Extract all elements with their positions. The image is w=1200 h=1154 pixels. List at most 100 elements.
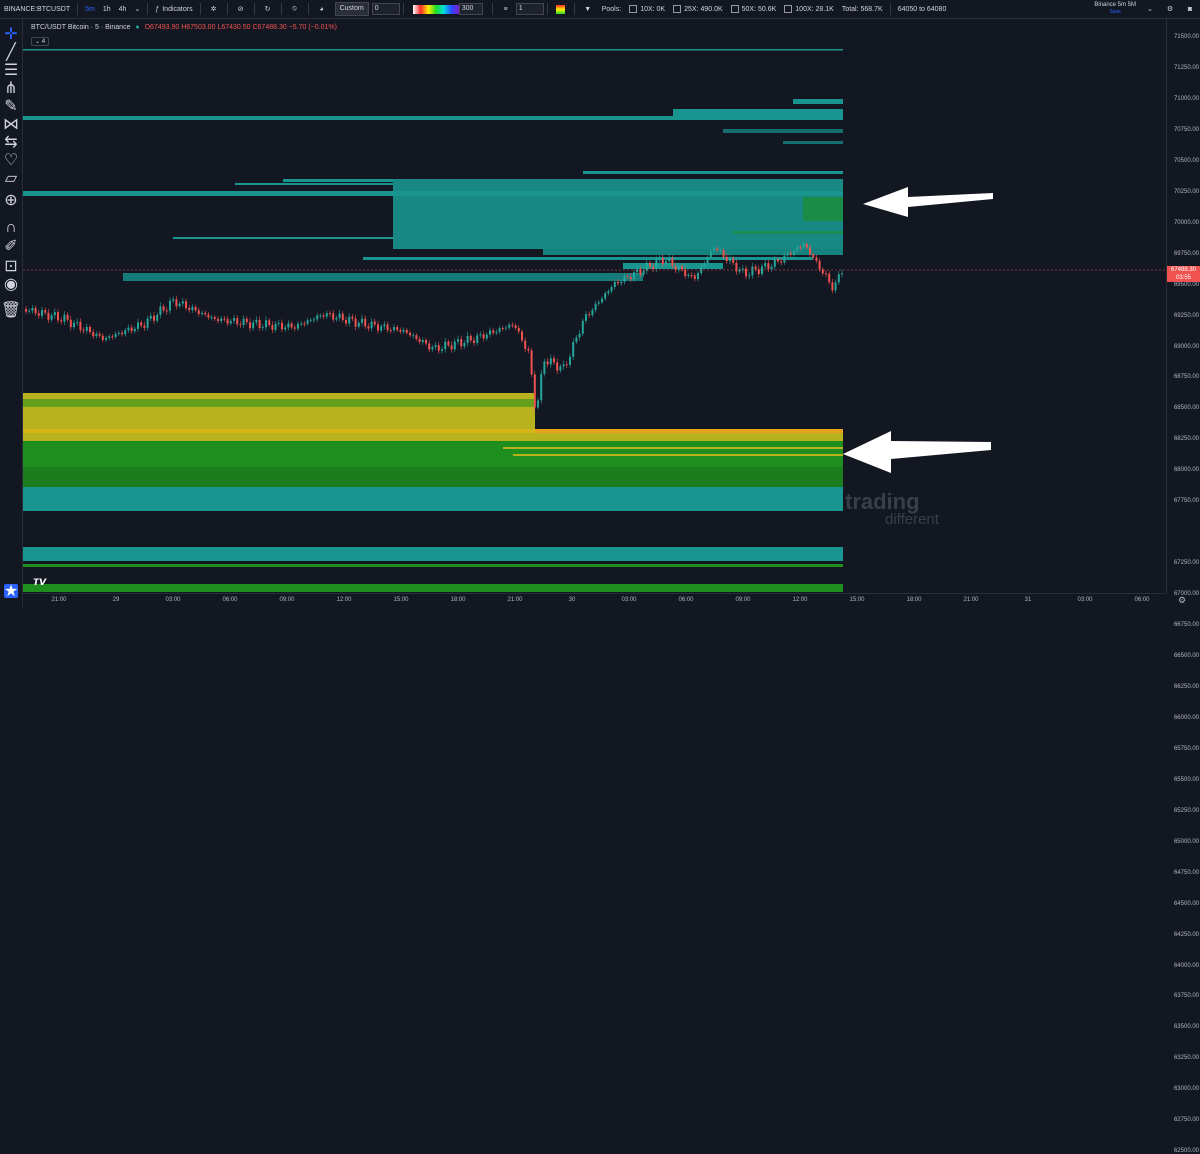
candle-body <box>380 326 383 331</box>
zoom-in-icon[interactable]: ⊕ <box>4 192 18 209</box>
heatmap-band <box>23 564 843 567</box>
interval-4h[interactable]: 4h <box>115 0 131 18</box>
forecast-icon[interactable]: ⇆ <box>4 134 18 151</box>
time-axis[interactable]: 21:00 29 03:00 06:00 09:00 12:00 15:00 18:00 21:… <box>23 593 1166 608</box>
candle-body <box>489 330 491 335</box>
candle-body <box>303 323 306 325</box>
total-label: Total: 568.7K <box>841 5 883 13</box>
heatmap-band <box>23 393 535 429</box>
crosshair-icon[interactable]: ✛ <box>4 26 18 43</box>
step-input[interactable]: 1 <box>515 3 544 15</box>
horizontal-lines-icon[interactable]: ☰ <box>4 62 18 79</box>
candle-body <box>121 332 123 335</box>
candle-body <box>777 259 779 262</box>
legend-change: −5.70 (−0.01%) <box>288 24 337 31</box>
heart-icon[interactable]: ♡ <box>4 152 18 169</box>
interval-dropdown-icon[interactable]: ⌄ <box>130 0 144 18</box>
palette-icon[interactable]: ◕ <box>315 2 329 16</box>
pool-25x-toggle[interactable]: 25X: 490.0K <box>669 0 727 18</box>
symbol-search[interactable]: BINANCE:BTCUSDT <box>0 6 74 13</box>
pool-100x-toggle[interactable]: 100X: 28.1K <box>780 0 838 18</box>
refresh-icon[interactable]: ↻ <box>261 2 275 16</box>
pool-50x-toggle[interactable]: 50X: 50.6K <box>727 0 781 18</box>
price-tick-label: 66750.00 <box>1173 622 1199 629</box>
favorites-star-icon[interactable]: ★ <box>4 583 18 600</box>
candle-body <box>31 307 34 311</box>
candle-body <box>626 276 629 278</box>
brush-icon[interactable]: ✎ <box>4 98 18 115</box>
custom-select[interactable]: Custom <box>334 2 369 16</box>
candle-body <box>841 273 843 275</box>
trash-icon[interactable]: 🗑 <box>1 302 21 319</box>
trend-line-icon[interactable]: ╱ <box>4 44 18 61</box>
layout-title: Binance 5m 5M <box>1094 2 1136 8</box>
indicators-button[interactable]: ƒ Indicators <box>151 0 196 18</box>
interval-1h[interactable]: 1h <box>99 0 115 18</box>
candle-body <box>575 337 578 343</box>
candle-body <box>249 322 251 329</box>
candle-body <box>367 326 370 329</box>
candle-body <box>738 269 741 272</box>
filter-icon[interactable]: ▼ <box>581 2 595 16</box>
gradient-value-input[interactable]: 300 <box>458 3 483 15</box>
candle-body <box>50 315 53 320</box>
candle-body <box>229 320 232 324</box>
magnet-icon[interactable]: ∩ <box>4 219 18 236</box>
candle-body <box>729 258 731 262</box>
candle-body <box>364 318 367 327</box>
candle-body <box>325 313 328 317</box>
candle-body <box>642 270 645 275</box>
price-tick-label: 66250.00 <box>1173 683 1199 690</box>
candle-body <box>159 306 162 315</box>
no-entry-icon[interactable]: ⦸ <box>288 2 302 16</box>
settings-gear-icon[interactable]: ✲ <box>207 2 221 16</box>
interval-5m[interactable]: 5m <box>81 0 99 18</box>
checkbox-icon <box>629 5 638 13</box>
price-tick-label: 71250.00 <box>1173 64 1199 71</box>
layout-chevron-icon[interactable]: ⌄ <box>1143 2 1157 16</box>
eye-icon[interactable]: ◉ <box>4 276 18 293</box>
axis-settings-icon[interactable]: ⚙ <box>1178 595 1186 606</box>
candle-body <box>169 300 171 311</box>
heatmap-band <box>723 129 843 133</box>
price-tick-label: 68750.00 <box>1173 374 1199 381</box>
candle-body <box>617 281 619 284</box>
hide-icon[interactable]: ⊘ <box>234 2 248 16</box>
time-tick-label: 12:00 <box>792 597 808 603</box>
pool-10x-toggle[interactable]: 10X: 0K <box>625 0 669 18</box>
pencil-lock-icon[interactable]: ✐ <box>4 238 18 255</box>
price-axis[interactable]: 71500.00 71250.00 71000.00 70750.00 70500.00… <box>1166 19 1200 1154</box>
price-tick-label: 65250.00 <box>1173 807 1199 814</box>
ruler-icon[interactable]: ▱ <box>4 170 18 187</box>
layout-save: Save <box>1109 9 1121 15</box>
candle-body <box>764 262 767 267</box>
candle-body <box>591 309 594 316</box>
lock-icon[interactable]: ⊡ <box>4 258 18 275</box>
candle-body <box>194 306 197 311</box>
price-tick-label: 71000.00 <box>1173 95 1199 102</box>
candle-body <box>668 257 671 262</box>
candle-body <box>210 317 213 319</box>
candle-body <box>181 301 184 304</box>
color-gradient-bar[interactable] <box>412 4 459 14</box>
chart-pane[interactable]: 𝙏𝙑 BTC/USDT Bitcoin · 5 · Binance ● O674… <box>23 19 1166 593</box>
color-swatch-icon[interactable] <box>554 2 568 16</box>
checkbox-icon <box>673 5 682 13</box>
pattern-icon[interactable]: ⋈ <box>3 116 19 133</box>
custom-input[interactable]: 0 <box>371 3 400 15</box>
price-tick-label: 64250.00 <box>1173 931 1199 938</box>
stack-icon[interactable]: ≡ <box>499 2 513 16</box>
candle-body <box>447 341 450 346</box>
heatmap-band <box>783 141 843 144</box>
layout-button[interactable]: Binance 5m 5M Save <box>1094 2 1136 16</box>
heatmap-band <box>23 49 843 51</box>
candle-body <box>357 322 360 327</box>
indicator-collapse-button[interactable]: ⌄ 4 <box>31 37 50 46</box>
pitchfork-icon[interactable]: ⋔ <box>4 80 18 97</box>
camera-icon[interactable]: ◙ <box>1183 2 1197 16</box>
candle-body <box>569 356 571 365</box>
candle-body <box>175 299 178 307</box>
candle-body <box>761 266 763 274</box>
candle-body <box>533 374 536 408</box>
settings-icon[interactable]: ⚙ <box>1163 2 1177 16</box>
